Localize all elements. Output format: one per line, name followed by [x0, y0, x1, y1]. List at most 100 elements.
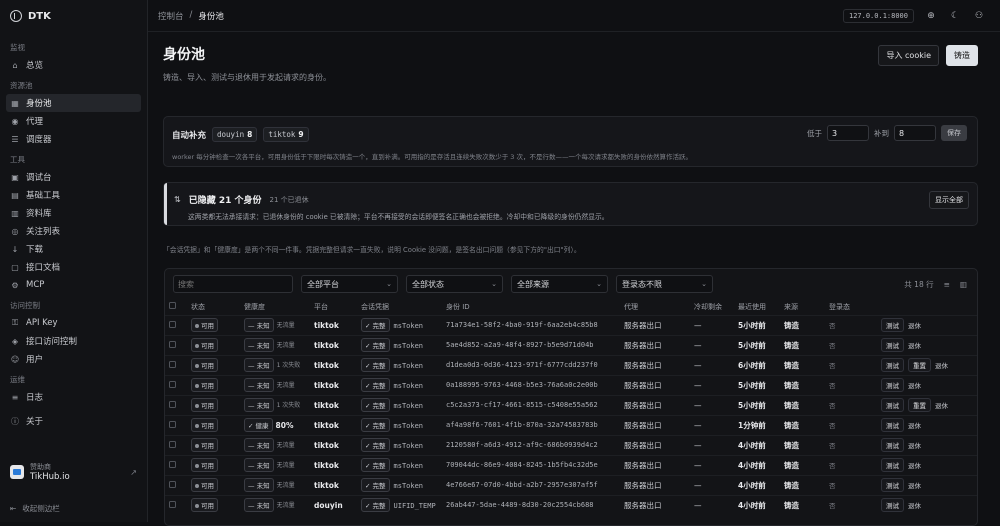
row-checkbox[interactable]	[169, 420, 176, 428]
login-select[interactable]: 登录态不限 ⌄	[616, 275, 713, 293]
sidebar-item[interactable]: ⌂ 总览	[6, 56, 141, 74]
status-select[interactable]: 全部状态 ⌄	[406, 275, 503, 293]
action-retire-button[interactable]: 退休	[908, 482, 921, 490]
external-link-icon[interactable]: ↗	[130, 468, 137, 477]
sidebar-item[interactable]: ↓ 下载	[6, 240, 141, 258]
action-retire-button[interactable]: 退休	[908, 422, 921, 430]
action-test-button[interactable]: 测试	[881, 438, 904, 452]
check-icon: ✓	[248, 422, 256, 430]
sidebar-item[interactable]: ⓘ 关于	[6, 412, 141, 430]
action-retire-button[interactable]: 退休	[908, 442, 921, 450]
columns-icon[interactable]: ▥	[960, 280, 967, 289]
sponsor-card[interactable]: 赞助商 TikHub.io ↗	[6, 458, 141, 486]
identity-id-cell[interactable]: 709044dc-86e9-4084-8245-1b5fb4c32d5e	[442, 454, 620, 475]
identity-id-cell[interactable]: af4a98f6-7601-4f1b-870a-32a74583783b	[442, 414, 620, 435]
sidebar-item[interactable]: ▣ 调试台	[6, 168, 141, 186]
identity-id-cell[interactable]: 2120580f-a6d3-4912-af9c-686b0939d4c2	[442, 434, 620, 455]
globe-icon[interactable]: ⊕	[924, 11, 938, 21]
sidebar-item[interactable]: ▦ 身份池	[6, 94, 141, 112]
credential-key: msToken	[393, 402, 424, 410]
row-checkbox[interactable]	[169, 500, 176, 508]
dash-icon: —	[248, 402, 257, 410]
row-checkbox[interactable]	[169, 400, 176, 408]
table-row[interactable]: 可用 ✓ 健康 80% tiktok ✓ 完整 msToken af4a98f6-7601-…	[165, 414, 977, 435]
action-test-button[interactable]: 测试	[881, 318, 904, 332]
list-view-icon[interactable]: ≡	[944, 280, 950, 289]
sidebar-item[interactable]: ⚙ MCP	[6, 276, 141, 294]
action-retire-button[interactable]: 退休	[908, 462, 921, 470]
source-cell: 铸造	[780, 434, 825, 455]
status-badge: 可用	[191, 498, 218, 513]
moon-icon[interactable]: ☾	[948, 11, 962, 21]
brand[interactable]: DTK	[0, 0, 147, 32]
collapse-sidebar-button[interactable]: ⇤ 收起侧边栏	[10, 503, 60, 514]
table-row[interactable]: 可用 — 未知 无流量 tiktok ✓ 完整 msToken 709044dc-86e9-…	[165, 454, 977, 475]
action-test-button[interactable]: 测试	[881, 398, 904, 412]
identity-id-cell[interactable]: 26ab447-5dae-4489-8d30-20c2554cb688	[442, 494, 620, 515]
identity-id-cell[interactable]: 71a734e1-58f2-4ba0-919f-6aa2eb4c85b8	[442, 314, 620, 335]
status-cell: 可用	[187, 374, 240, 395]
sidebar-item[interactable]: ▢ 接口文档	[6, 258, 141, 276]
action-test-button[interactable]: 测试	[881, 338, 904, 352]
table-row[interactable]: 可用 — 未知 无流量 douyin ✓ 完整 UIFID_TEMP 26ab447-5da…	[165, 494, 977, 515]
sidebar-item[interactable]: ≡ 日志	[6, 388, 141, 406]
table-row[interactable]: 可用 — 未知 无流量 tiktok ✓ 完整 msToken 71a734e1-58f2-…	[165, 314, 977, 335]
table-row[interactable]: 可用 — 未知 1 次失败 tiktok ✓ 完整 msToken c5c2a373-cf1…	[165, 394, 977, 415]
action-retire-button[interactable]: 退休	[935, 362, 948, 370]
identity-id-cell[interactable]: d1dea0d3-0d36-4123-971f-6777cdd237f0	[442, 354, 620, 375]
action-test-button[interactable]: 测试	[881, 418, 904, 432]
sidebar-item[interactable]: ◎ 关注列表	[6, 222, 141, 240]
identity-id-cell[interactable]: c5c2a373-cf17-4661-8515-c5408e55a562	[442, 394, 620, 415]
action-reset-button[interactable]: 重置	[908, 398, 931, 412]
sidebar-item[interactable]: ◉ 代理	[6, 112, 141, 130]
sidebar-item[interactable]: ◈ 接口访问控制	[6, 332, 141, 350]
action-test-button[interactable]: 测试	[881, 358, 904, 372]
select-all-checkbox[interactable]	[169, 302, 176, 310]
table-row[interactable]: 可用 — 未知 无流量 tiktok ✓ 完整 msToken 2120580f-a6d3-…	[165, 434, 977, 455]
row-checkbox[interactable]	[169, 320, 176, 328]
sidebar-item[interactable]: ⚿ API Key	[6, 314, 141, 332]
search-input[interactable]	[173, 275, 293, 293]
proxy-cell: 服务器出口	[620, 394, 690, 415]
table-row[interactable]: 可用 — 未知 1 次失败 tiktok ✓ 完整 msToken d1dea0d3-0d3…	[165, 354, 977, 375]
table-row[interactable]: 可用 — 未知 无流量 tiktok ✓ 完整 msToken 4e766e67-07d0-…	[165, 474, 977, 495]
mint-button[interactable]: 铸造	[946, 45, 978, 66]
breadcrumb-root[interactable]: 控制台	[158, 10, 184, 22]
sidebar-item[interactable]: ▤ 基础工具	[6, 186, 141, 204]
source-select[interactable]: 全部来源 ⌄	[511, 275, 608, 293]
import-cookie-button[interactable]: 导入 cookie	[878, 45, 939, 66]
row-checkbox[interactable]	[169, 480, 176, 488]
action-retire-button[interactable]: 退休	[908, 382, 921, 390]
identity-id-cell[interactable]: 5ae4d852-a2a9-48f4-8927-b5e9d71d04b	[442, 334, 620, 355]
identity-id-cell[interactable]: 4e766e67-07d0-4bbd-a2b7-2957e307af5f	[442, 474, 620, 495]
action-test-button[interactable]: 测试	[881, 378, 904, 392]
refill-input[interactable]	[894, 125, 936, 141]
action-retire-button[interactable]: 退休	[908, 342, 921, 350]
row-checkbox[interactable]	[169, 340, 176, 348]
action-test-button[interactable]: 测试	[881, 498, 904, 513]
save-button[interactable]: 保存	[941, 125, 967, 141]
show-all-button[interactable]: 显示全部	[929, 191, 969, 209]
actions-cell: 测试 退休	[877, 494, 977, 515]
platform-select[interactable]: 全部平台 ⌄	[301, 275, 398, 293]
users-icon[interactable]: ⚇	[972, 11, 986, 21]
sidebar-item[interactable]: ▥ 资料库	[6, 204, 141, 222]
identity-id-cell[interactable]: 0a188995-9763-4468-b5e3-76a6a0c2e00b	[442, 374, 620, 395]
action-retire-button[interactable]: 退休	[935, 402, 948, 410]
table-row[interactable]: 可用 — 未知 无流量 tiktok ✓ 完整 msToken 5ae4d852-a2a9-…	[165, 334, 977, 355]
table-row[interactable]: 可用 — 未知 无流量 tiktok ✓ 完整 msToken 0a188995-9763-…	[165, 374, 977, 395]
collapse-arrows-icon[interactable]: ⇅	[174, 195, 181, 204]
row-checkbox[interactable]	[169, 460, 176, 468]
action-retire-button[interactable]: 退休	[908, 322, 921, 330]
sidebar-item[interactable]: ☺ 用户	[6, 350, 141, 368]
row-checkbox[interactable]	[169, 380, 176, 388]
row-checkbox[interactable]	[169, 360, 176, 368]
action-test-button[interactable]: 测试	[881, 478, 904, 492]
row-checkbox[interactable]	[169, 440, 176, 448]
floor-input[interactable]	[827, 125, 869, 141]
sidebar-item[interactable]: ☰ 调度器	[6, 130, 141, 148]
page-header: 身份池 铸造、导入、测试与退休用于发起请求的身份。	[163, 44, 331, 83]
action-reset-button[interactable]: 重置	[908, 358, 931, 372]
action-retire-button[interactable]: 退休	[908, 502, 921, 510]
action-test-button[interactable]: 测试	[881, 458, 904, 472]
